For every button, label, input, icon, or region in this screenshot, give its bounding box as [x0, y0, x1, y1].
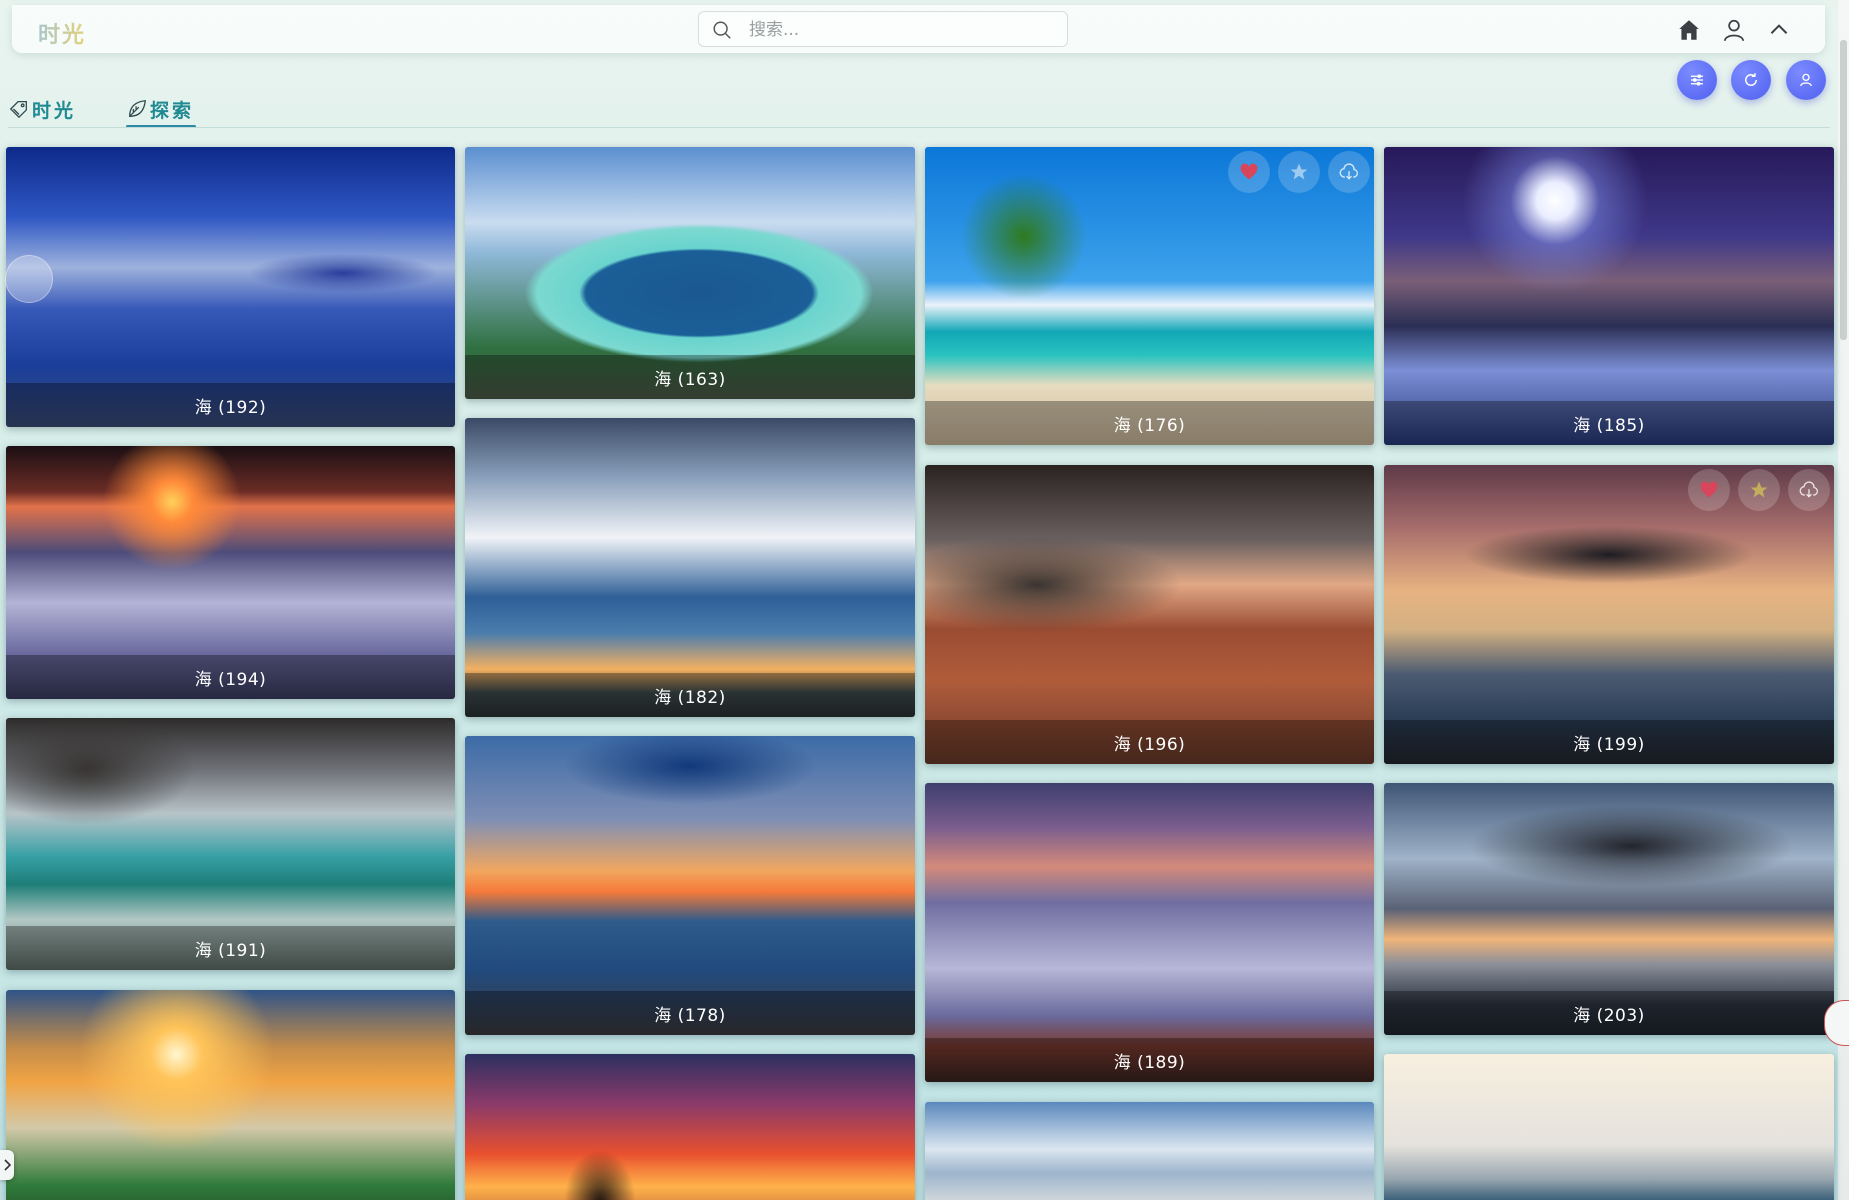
- heart-icon: [1700, 481, 1718, 498]
- wallpaper-card[interactable]: 海 (196): [925, 465, 1374, 764]
- app-logo[interactable]: 时光: [38, 17, 86, 49]
- wallpaper-card[interactable]: [925, 1102, 1374, 1200]
- leaf-icon: [129, 100, 146, 117]
- tab-tansuo[interactable]: 探索: [126, 92, 194, 126]
- refresh-button[interactable]: [1731, 60, 1771, 100]
- user-icon[interactable]: [1721, 17, 1747, 43]
- card-actions: [1228, 151, 1370, 193]
- cloud-download-icon: [1339, 163, 1358, 180]
- wallpaper-card[interactable]: 海 (194): [6, 446, 455, 699]
- star-icon: [1290, 163, 1308, 180]
- wallpaper-card[interactable]: 海 (199): [1384, 465, 1834, 764]
- heart-icon: [1240, 163, 1258, 180]
- card-caption: 海 (199): [1384, 720, 1834, 764]
- card-caption: 海 (189): [925, 1038, 1374, 1082]
- sliders-icon: [1691, 74, 1703, 86]
- refresh-icon: [1745, 73, 1757, 86]
- download-button[interactable]: [1328, 151, 1370, 193]
- favorite-button[interactable]: [1228, 151, 1270, 193]
- scrollbar-thumb[interactable]: [1840, 40, 1847, 340]
- tab-label: 探索: [150, 99, 195, 122]
- chevron-right-icon: [4, 1159, 12, 1171]
- tag-icon: [9, 101, 27, 119]
- wallpaper-card[interactable]: [1384, 1054, 1834, 1200]
- star-icon: [1750, 481, 1768, 498]
- cloud-download-icon: [1799, 481, 1818, 498]
- card-actions: [1688, 469, 1830, 511]
- card-caption: 海 (176): [925, 401, 1374, 445]
- filter-button[interactable]: [1677, 60, 1717, 100]
- tab-label: 时光: [32, 99, 77, 122]
- top-bar: 时光: [12, 5, 1825, 53]
- wallpaper-card[interactable]: 海 (178): [465, 736, 915, 1035]
- wallpaper-card[interactable]: [465, 1054, 915, 1200]
- star-button[interactable]: [1278, 151, 1320, 193]
- profile-button[interactable]: [1786, 60, 1826, 100]
- favorite-button[interactable]: [1688, 469, 1730, 511]
- card-caption: 海 (196): [925, 720, 1374, 764]
- wallpaper-card[interactable]: 海 (203): [1384, 783, 1834, 1035]
- card-caption: 海 (203): [1384, 991, 1834, 1035]
- card-caption: 海 (191): [6, 926, 455, 970]
- wallpaper-card[interactable]: 海 (185): [1384, 147, 1834, 445]
- side-drawer-toggle[interactable]: [0, 1150, 14, 1180]
- card-caption: 海 (192): [6, 383, 455, 427]
- card-caption: 海 (185): [1384, 401, 1834, 445]
- wallpaper-card[interactable]: 海 (182): [465, 418, 915, 717]
- search-input[interactable]: [749, 18, 1049, 42]
- download-button[interactable]: [1788, 469, 1830, 511]
- wallpaper-card[interactable]: [6, 990, 455, 1200]
- tab-shiguang[interactable]: 时光: [8, 92, 76, 126]
- tab-divider: [8, 127, 1830, 128]
- search-box[interactable]: [698, 11, 1068, 47]
- user-icon: [1800, 73, 1812, 87]
- card-caption: 海 (194): [6, 655, 455, 699]
- side-widget-tab[interactable]: [1824, 1000, 1849, 1046]
- wallpaper-card[interactable]: 海 (191): [6, 718, 455, 970]
- search-icon: [713, 21, 731, 39]
- card-caption: 海 (163): [465, 355, 915, 399]
- wallpaper-card[interactable]: 海 (163): [465, 147, 915, 399]
- home-icon[interactable]: [1676, 17, 1702, 43]
- wallpaper-card[interactable]: 海 (176): [925, 147, 1374, 445]
- card-caption: 海 (178): [465, 991, 915, 1035]
- wallpaper-card[interactable]: 海 (189): [925, 783, 1374, 1082]
- card-caption: 海 (182): [465, 673, 915, 717]
- floating-handle[interactable]: [5, 255, 53, 303]
- star-button[interactable]: [1738, 469, 1780, 511]
- wallpaper-card[interactable]: 海 (192): [6, 147, 455, 427]
- chevron-up-icon[interactable]: [1766, 17, 1792, 43]
